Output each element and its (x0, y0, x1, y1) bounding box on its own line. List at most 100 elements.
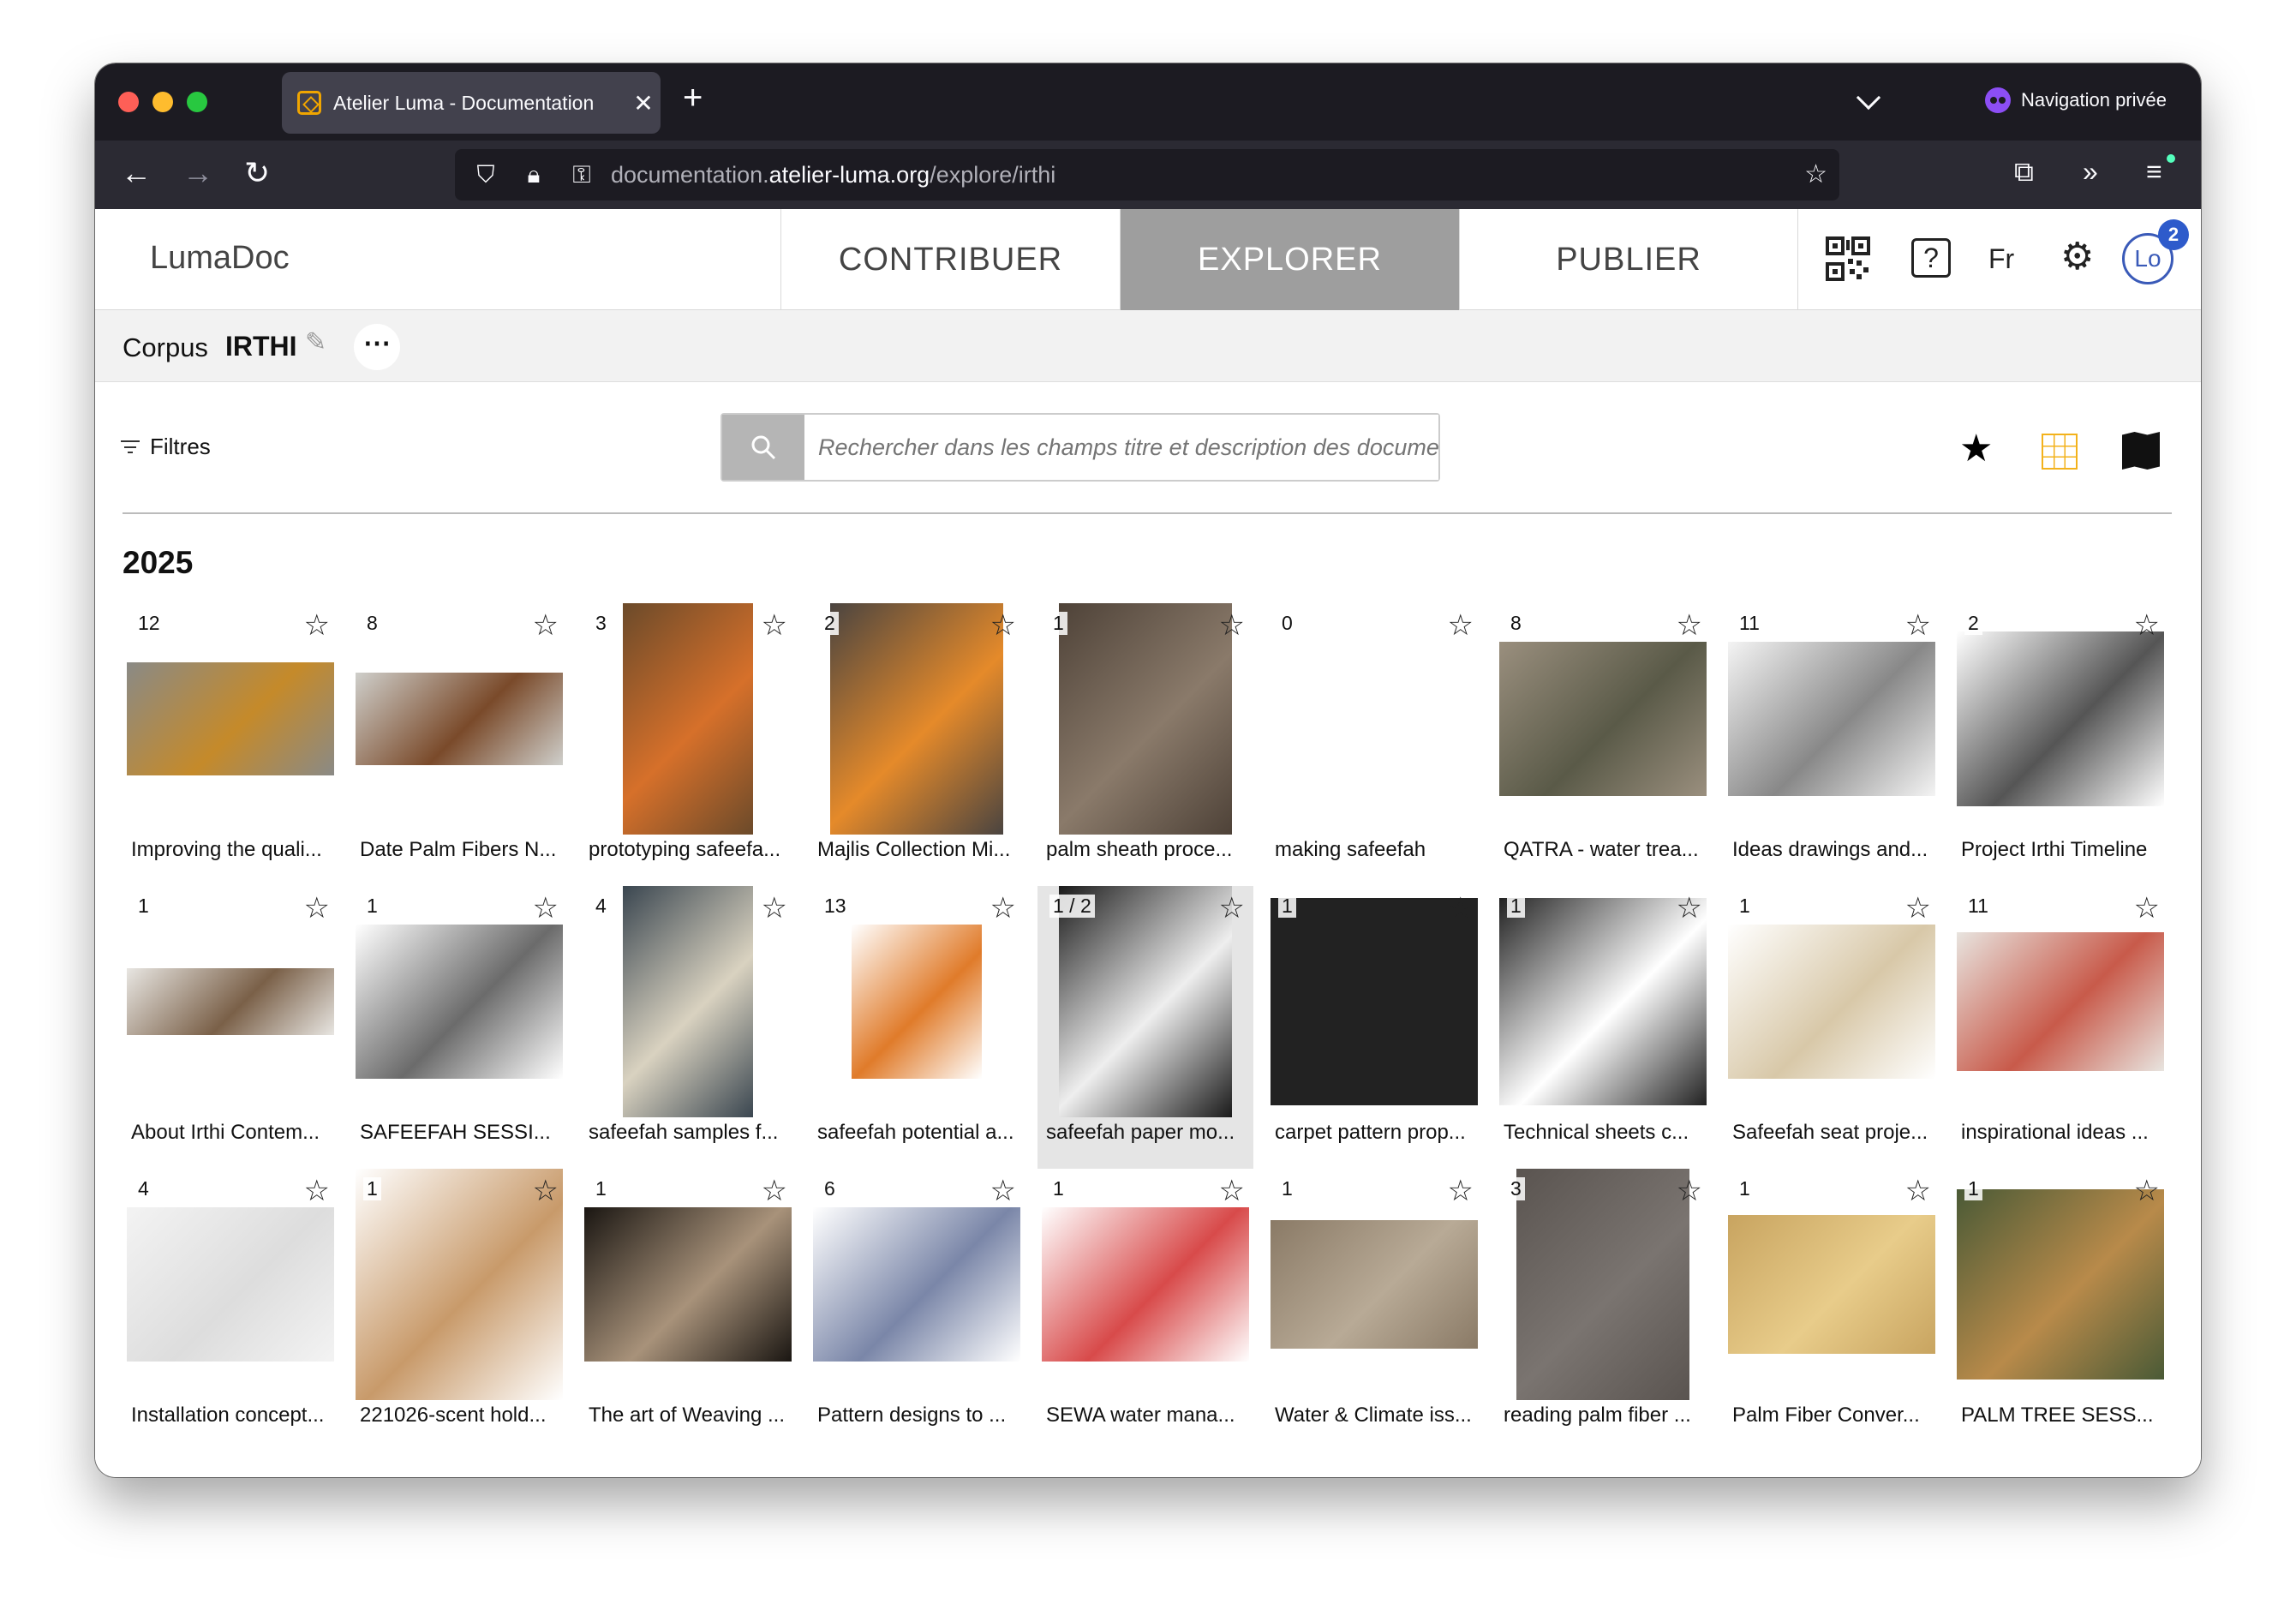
document-title[interactable]: inspirational ideas ... (1961, 1121, 2163, 1145)
document-card[interactable]: 3 ☆ reading palm fiber ... (1495, 1169, 1711, 1451)
document-card[interactable]: 2 ☆ Majlis Collection Mi... (809, 603, 1025, 886)
reload-icon[interactable]: ↻ (244, 156, 270, 190)
minimize-window-button[interactable] (152, 92, 173, 112)
gear-icon[interactable]: ⚙ (2060, 235, 2094, 278)
document-title[interactable]: Majlis Collection Mi... (817, 838, 1019, 862)
close-tab-icon[interactable]: ✕ (626, 89, 661, 117)
document-card[interactable]: 0 ☆ making safeefah (1266, 603, 1482, 886)
favorite-star-icon[interactable]: ☆ (2134, 1174, 2160, 1208)
document-card[interactable]: 1 / 2 ☆ safeefah paper mo... (1037, 886, 1253, 1169)
extensions-puzzle-icon[interactable]: ⧉ (2014, 156, 2034, 189)
help-icon[interactable]: ? (1911, 238, 1951, 278)
document-title[interactable]: Ideas drawings and... (1732, 838, 1934, 862)
document-title[interactable]: safeefah potential a... (817, 1121, 1019, 1145)
document-title[interactable]: Pattern designs to ... (817, 1404, 1019, 1427)
document-card[interactable]: 1 ☆ Water & Climate iss... (1266, 1169, 1482, 1451)
browser-tab-active[interactable]: Atelier Luma - Documentation ✕ (282, 72, 661, 134)
search-input[interactable] (804, 415, 1438, 480)
back-arrow-icon[interactable]: ← (121, 156, 152, 190)
favorite-star-icon[interactable]: ☆ (1677, 608, 1702, 643)
document-card[interactable]: 1 ☆ Safeefah seat proje... (1724, 886, 1940, 1169)
qr-code-icon[interactable] (1826, 236, 1870, 281)
search-icon[interactable] (722, 415, 804, 480)
document-card[interactable]: 12 ☆ Improving the quali... (123, 603, 338, 886)
more-tools-chevrons-icon[interactable]: » (2083, 156, 2098, 188)
document-card[interactable]: 8 ☆ Date Palm Fibers N... (351, 603, 567, 886)
favorite-star-icon[interactable]: ☆ (533, 1174, 559, 1208)
bookmark-star-icon[interactable]: ☆ (1804, 159, 1827, 189)
tab-contribuer[interactable]: CONTRIBUER (780, 209, 1120, 310)
document-card[interactable]: 8 ☆ QATRA - water trea... (1495, 603, 1711, 886)
chevron-down-icon[interactable] (1856, 85, 1881, 111)
document-title[interactable]: SAFEEFAH SESSI... (360, 1121, 562, 1145)
document-card[interactable]: 1 ☆ SEWA water mana... (1037, 1169, 1253, 1451)
url-text[interactable]: documentation.atelier-luma.org/explore/i… (611, 162, 1055, 189)
tab-explorer[interactable]: EXPLORER (1120, 209, 1459, 310)
favorite-star-icon[interactable]: ☆ (304, 608, 330, 643)
language-selector[interactable]: Fr (1988, 243, 2014, 275)
document-title[interactable]: Water & Climate iss... (1275, 1404, 1477, 1427)
favorite-star-icon[interactable]: ☆ (1677, 891, 1702, 925)
document-title[interactable]: Date Palm Fibers N... (360, 838, 562, 862)
close-window-button[interactable] (118, 92, 139, 112)
filters-button[interactable]: Filtres (121, 434, 211, 460)
document-title[interactable]: SEWA water mana... (1046, 1404, 1248, 1427)
document-title[interactable]: safeefah paper mo... (1046, 1121, 1248, 1145)
document-title[interactable]: QATRA - water trea... (1504, 838, 1706, 862)
grid-view-icon[interactable] (2042, 434, 2078, 470)
favorite-star-icon[interactable]: ☆ (2134, 891, 2160, 925)
new-tab-button[interactable]: + (683, 79, 703, 117)
document-card[interactable]: 1 ☆ 221026-scent hold... (351, 1169, 567, 1451)
favorite-star-icon[interactable]: ☆ (2134, 608, 2160, 643)
document-card[interactable]: 1 ☆ PALM TREE SESS... (1952, 1169, 2168, 1451)
lock-icon[interactable]: 🔒︎ (517, 161, 551, 189)
document-title[interactable]: prototyping safeefa... (589, 838, 791, 862)
zoom-window-button[interactable] (187, 92, 207, 112)
hamburger-menu-icon[interactable]: ≡ (2146, 156, 2162, 188)
pencil-edit-icon[interactable]: ✎ (305, 327, 326, 357)
document-card[interactable]: 6 ☆ Pattern designs to ... (809, 1169, 1025, 1451)
document-title[interactable]: carpet pattern prop... (1275, 1121, 1477, 1145)
favorite-star-icon[interactable]: ☆ (1448, 1174, 1474, 1208)
document-title[interactable]: About Irthi Contem... (131, 1121, 333, 1145)
key-icon[interactable]: ⚿ (565, 161, 599, 189)
document-title[interactable]: Installation concept... (131, 1404, 333, 1427)
map-view-icon[interactable] (2122, 432, 2160, 470)
favorite-star-icon[interactable]: ☆ (304, 1174, 330, 1208)
document-card[interactable]: 1 ☆ palm sheath proce... (1037, 603, 1253, 886)
more-options-button[interactable]: ⋯ (354, 324, 400, 370)
favorite-star-icon[interactable]: ☆ (1448, 608, 1474, 643)
document-card[interactable]: 11 ☆ inspirational ideas ... (1952, 886, 2168, 1169)
document-card[interactable]: 13 ☆ safeefah potential a... (809, 886, 1025, 1169)
document-title[interactable]: Improving the quali... (131, 838, 333, 862)
favorites-star-icon[interactable]: ★ (1959, 430, 1993, 468)
favorite-star-icon[interactable]: ☆ (1448, 891, 1474, 925)
document-card[interactable]: 2 ☆ Project Irthi Timeline (1952, 603, 2168, 886)
document-title[interactable]: 221026-scent hold... (360, 1404, 562, 1427)
document-card[interactable]: 4 ☆ Installation concept... (123, 1169, 338, 1451)
favorite-star-icon[interactable]: ☆ (762, 891, 787, 925)
url-bar[interactable]: ⛉ 🔒︎ ⚿ documentation.atelier-luma.org/ex… (455, 149, 1839, 200)
document-title[interactable]: Project Irthi Timeline (1961, 838, 2163, 862)
favorite-star-icon[interactable]: ☆ (533, 891, 559, 925)
document-title[interactable]: Palm Fiber Conver... (1732, 1404, 1934, 1427)
favorite-star-icon[interactable]: ☆ (1905, 1174, 1931, 1208)
document-title[interactable]: Technical sheets c... (1504, 1121, 1706, 1145)
document-title[interactable]: The art of Weaving ... (589, 1404, 791, 1427)
document-card[interactable]: 1 ☆ Technical sheets c... (1495, 886, 1711, 1169)
favorite-star-icon[interactable]: ☆ (1219, 1174, 1245, 1208)
favorite-star-icon[interactable]: ☆ (990, 608, 1016, 643)
document-card[interactable]: 4 ☆ safeefah samples f... (580, 886, 796, 1169)
document-title[interactable]: palm sheath proce... (1046, 838, 1248, 862)
document-title[interactable]: Safeefah seat proje... (1732, 1121, 1934, 1145)
document-card[interactable]: 1 ☆ carpet pattern prop... (1266, 886, 1482, 1169)
document-card[interactable]: 1 ☆ Palm Fiber Conver... (1724, 1169, 1940, 1451)
document-card[interactable]: 1 ☆ SAFEEFAH SESSI... (351, 886, 567, 1169)
favorite-star-icon[interactable]: ☆ (1905, 608, 1931, 643)
document-title[interactable]: making safeefah (1275, 838, 1477, 862)
document-title[interactable]: safeefah samples f... (589, 1121, 791, 1145)
document-card[interactable]: 11 ☆ Ideas drawings and... (1724, 603, 1940, 886)
forward-arrow-icon[interactable]: → (182, 156, 213, 190)
favorite-star-icon[interactable]: ☆ (1905, 891, 1931, 925)
favorite-star-icon[interactable]: ☆ (762, 1174, 787, 1208)
